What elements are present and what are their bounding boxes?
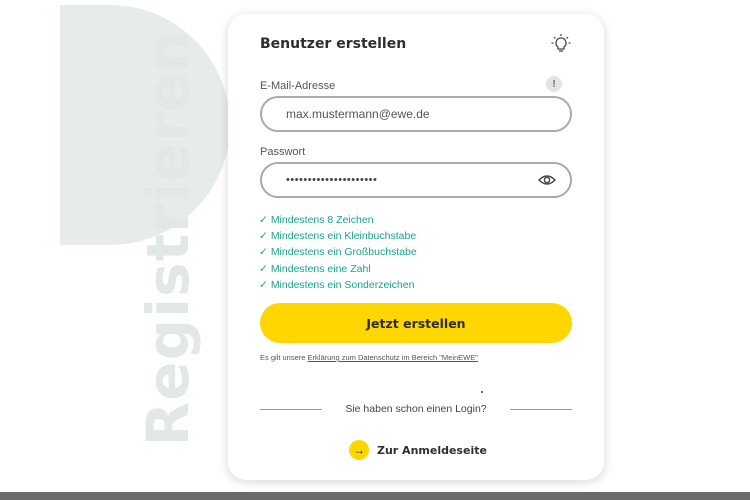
goto-login-label: Zur Anmeldeseite bbox=[377, 443, 487, 457]
rule-item: ✓ Mindestens 8 Zeichen bbox=[259, 214, 374, 226]
email-value: max.mustermann@ewe.de bbox=[286, 107, 430, 121]
rule-item: ✓ Mindestens eine Zahl bbox=[259, 262, 371, 275]
rule-item: ✓ Mindestens ein Sonderzeichen bbox=[259, 278, 415, 291]
lightbulb-icon[interactable] bbox=[550, 33, 572, 55]
side-heading: Registrieren bbox=[134, 29, 202, 447]
password-rules: ✓ Mindestens 8 Zeichen ✓ Mindestens ein Kl… bbox=[259, 212, 417, 293]
privacy-prefix: Es gilt unsere bbox=[260, 353, 308, 362]
eye-icon[interactable] bbox=[538, 173, 556, 187]
card-title: Benutzer erstellen bbox=[260, 36, 407, 52]
email-input[interactable]: max.mustermann@ewe.de bbox=[260, 96, 572, 132]
register-card: Benutzer erstellen E-Mail-Adresse ! max.… bbox=[228, 14, 604, 480]
password-label: Passwort bbox=[260, 146, 306, 158]
stray-dot bbox=[481, 391, 483, 393]
privacy-notice: Es gilt unsere Erklärung zum Datenschutz… bbox=[260, 353, 478, 362]
check-icon: ✓ bbox=[259, 278, 268, 291]
check-icon: ✓ bbox=[259, 262, 268, 275]
password-input[interactable]: ••••••••••••••••••••• bbox=[260, 162, 572, 198]
bottom-bar bbox=[0, 492, 750, 500]
divider-right bbox=[510, 409, 572, 410]
rule-item: ✓ Mindestens ein Kleinbuchstabe bbox=[259, 230, 417, 243]
create-account-button[interactable]: Jetzt erstellen bbox=[260, 303, 572, 343]
privacy-link[interactable]: Erklärung zum Datenschutz im Bereich "Me… bbox=[308, 353, 478, 362]
email-label: E-Mail-Adresse bbox=[260, 80, 336, 92]
check-icon: ✓ bbox=[259, 246, 268, 259]
check-icon: ✓ bbox=[259, 214, 268, 226]
rule-item: ✓ Mindestens ein Großbuchstabe bbox=[259, 246, 417, 259]
info-icon[interactable]: ! bbox=[546, 76, 562, 92]
check-icon: ✓ bbox=[259, 230, 268, 243]
goto-login-link[interactable]: → Zur Anmeldeseite bbox=[349, 440, 487, 460]
arrow-right-icon: → bbox=[349, 440, 369, 460]
password-value: ••••••••••••••••••••• bbox=[286, 174, 378, 186]
